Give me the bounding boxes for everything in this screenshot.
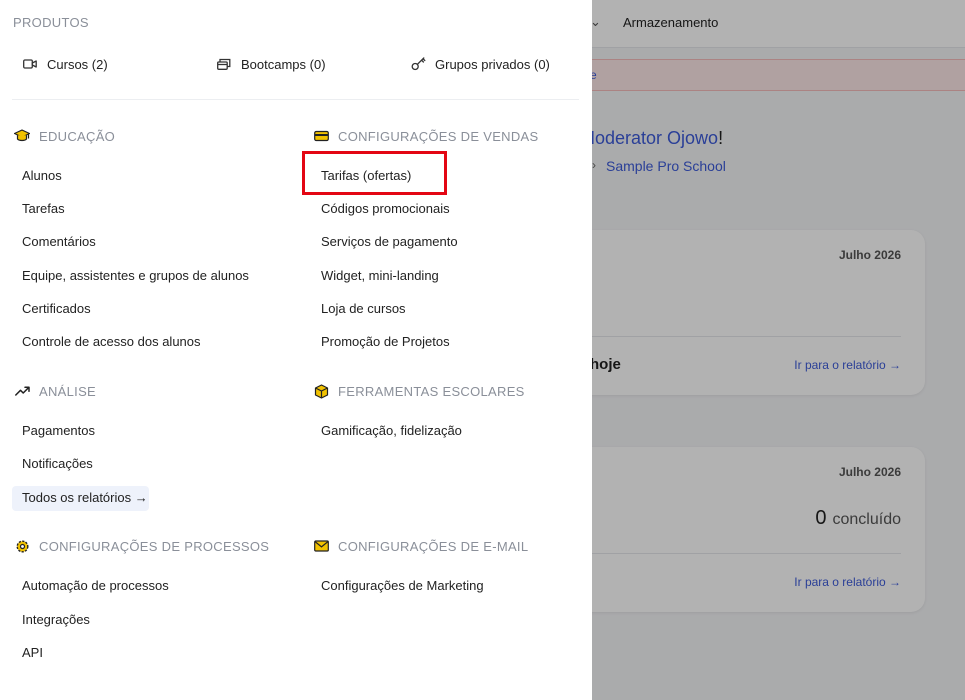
gear-icon <box>14 538 30 554</box>
school-tools-section-title: FERRAMENTAS ESCOLARES <box>313 383 525 399</box>
products-title: PRODUTOS <box>13 15 89 30</box>
menu-link-tasks[interactable]: Tarefas <box>22 201 65 216</box>
menu-link-comments[interactable]: Comentários <box>22 234 96 249</box>
process-settings-title: CONFIGURAÇÕES DE PROCESSOS <box>39 538 270 554</box>
menu-link-access-control[interactable]: Controle de acesso dos alunos <box>22 334 201 349</box>
products-private-groups-label: Grupos privados (0) <box>435 56 550 72</box>
navigation-menu-panel: PRODUTOS Cursos (2) Bootcamps (0) Grupos… <box>0 0 592 700</box>
cube-icon <box>313 383 329 399</box>
education-section-title: EDUCAÇÃO <box>14 128 115 144</box>
products-bootcamps-label: Bootcamps (0) <box>241 56 326 72</box>
menu-link-marketing-settings[interactable]: Configurações de Marketing <box>321 578 484 593</box>
menu-link-integrations[interactable]: Integrações <box>22 612 90 627</box>
menu-link-project-promotion[interactable]: Promoção de Projetos <box>321 334 450 349</box>
menu-link-course-store[interactable]: Loja de cursos <box>321 301 406 316</box>
menu-link-students[interactable]: Alunos <box>22 168 62 183</box>
bootcamp-icon <box>216 56 232 72</box>
menu-link-process-automation[interactable]: Automação de processos <box>22 578 169 593</box>
email-settings-section-title: CONFIGURAÇÕES DE E-MAIL <box>313 538 528 554</box>
sales-settings-section-title: CONFIGURAÇÕES DE VENDAS <box>313 128 538 144</box>
products-section-title: PRODUTOS <box>13 15 89 30</box>
products-private-groups[interactable]: Grupos privados (0) <box>410 56 550 72</box>
email-settings-title: CONFIGURAÇÕES DE E-MAIL <box>338 538 529 554</box>
divider <box>12 99 579 100</box>
process-settings-section-title: CONFIGURAÇÕES DE PROCESSOS <box>14 538 269 554</box>
menu-link-certificates[interactable]: Certificados <box>22 301 91 316</box>
menu-link-api[interactable]: API <box>22 645 43 660</box>
sales-settings-title: CONFIGURAÇÕES DE VENDAS <box>338 128 539 144</box>
menu-link-gamification[interactable]: Gamificação, fidelização <box>321 423 462 438</box>
envelope-icon <box>313 538 329 554</box>
education-title: EDUCAÇÃO <box>39 128 116 144</box>
video-icon <box>22 56 38 72</box>
trend-up-icon <box>14 383 30 399</box>
menu-link-payments[interactable]: Pagamentos <box>22 423 95 438</box>
menu-link-widget-landing[interactable]: Widget, mini-landing <box>321 268 439 283</box>
credit-card-icon <box>313 128 329 144</box>
analysis-section-title: ANÁLISE <box>14 383 96 399</box>
menu-link-payment-services[interactable]: Serviços de pagamento <box>321 234 458 249</box>
menu-link-team-groups[interactable]: Equipe, assistentes e grupos de alunos <box>22 268 249 283</box>
products-bootcamps[interactable]: Bootcamps (0) <box>216 56 326 72</box>
key-icon <box>410 56 426 72</box>
highlight-box <box>302 151 447 195</box>
graduation-cap-icon <box>14 128 30 144</box>
menu-link-notifications[interactable]: Notificações <box>22 456 93 471</box>
menu-link-all-reports[interactable]: Todos os relatórios → <box>22 490 148 505</box>
products-courses[interactable]: Cursos (2) <box>22 56 108 72</box>
school-tools-title: FERRAMENTAS ESCOLARES <box>338 383 525 399</box>
menu-link-promo-codes[interactable]: Códigos promocionais <box>321 201 450 216</box>
analysis-title: ANÁLISE <box>39 383 97 399</box>
products-courses-label: Cursos (2) <box>47 56 108 72</box>
